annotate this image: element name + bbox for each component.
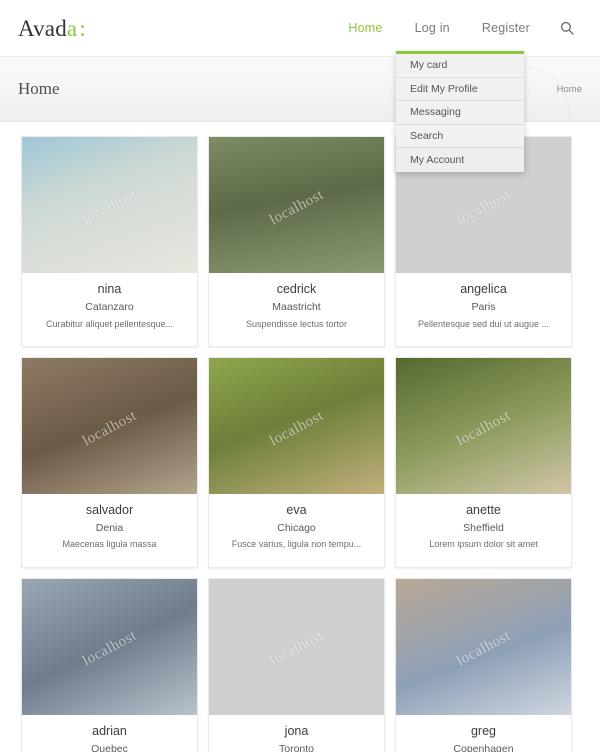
member-city: Denia bbox=[95, 521, 124, 534]
member-city: Catanzaro bbox=[85, 301, 134, 313]
member-description: Fusce varius, ligula non tempu... bbox=[231, 539, 362, 550]
member-photo-image bbox=[396, 357, 571, 494]
member-photo-image bbox=[22, 578, 197, 715]
member-photo-image bbox=[209, 579, 384, 715]
member-info: anette Sheffield Lorem ipsum dolor sit ame… bbox=[396, 494, 571, 567]
member-info: angelica Paris Pellentesque sed dui ut aug… bbox=[396, 273, 571, 346]
member-name[interactable]: greg bbox=[402, 724, 565, 739]
member-photo[interactable]: localhost bbox=[209, 357, 384, 494]
member-grid: localhost nina Catanzaro Curabitur aliquet … bbox=[0, 136, 600, 752]
member-city: Paris bbox=[471, 301, 496, 313]
member-description: Maecenas ligula massa bbox=[62, 539, 157, 550]
member-photo[interactable]: localhost bbox=[396, 578, 571, 715]
member-name[interactable]: adrian bbox=[28, 724, 191, 739]
member-name[interactable]: jona bbox=[215, 724, 378, 739]
page-title: Home bbox=[18, 79, 60, 98]
member-name[interactable]: angelica bbox=[402, 282, 565, 297]
main-content: localhost nina Catanzaro Curabitur aliquet … bbox=[0, 122, 600, 752]
dropdown-item-my-card[interactable]: My card bbox=[396, 54, 524, 78]
member-card[interactable]: localhostgregCopenhagenCras vestibulum b… bbox=[395, 577, 572, 752]
member-photo[interactable]: localhost bbox=[22, 578, 197, 715]
member-info: jonaTorontoPellentesque rhoncus nunc et … bbox=[209, 715, 384, 752]
site-logo[interactable]: Avada: bbox=[18, 17, 86, 40]
member-city: Quebec bbox=[91, 742, 128, 752]
logo-colon: : bbox=[79, 15, 86, 41]
main-navigation: Home Log in Register bbox=[332, 0, 586, 56]
member-name[interactable]: cedrick bbox=[215, 282, 378, 297]
member-city: Toronto bbox=[278, 742, 315, 752]
member-info: eva Chicago Fusce varius, ligula non tempu… bbox=[209, 494, 384, 567]
member-name[interactable]: salvador bbox=[28, 503, 191, 518]
member-info: gregCopenhagenCras vestibulum bibendum a… bbox=[396, 715, 571, 752]
member-description: Suspendisse lectus tortor bbox=[245, 318, 348, 329]
member-photo[interactable]: localhost bbox=[396, 357, 571, 494]
dropdown-item-messaging[interactable]: Messaging bbox=[396, 101, 524, 125]
member-name[interactable]: nina bbox=[28, 282, 191, 297]
dropdown-item-my-account[interactable]: My Account bbox=[396, 148, 524, 172]
member-description: Curabitur aliquet pellentesque... bbox=[45, 318, 174, 329]
dropdown-item-search[interactable]: Search bbox=[396, 124, 524, 148]
logo-text: Avad bbox=[18, 15, 67, 41]
logo-accent-letter: a bbox=[66, 15, 78, 41]
member-name[interactable]: eva bbox=[215, 503, 378, 518]
member-photo-image bbox=[22, 137, 197, 273]
member-photo-image bbox=[209, 357, 384, 494]
member-photo-image bbox=[209, 137, 384, 273]
member-info: nina Catanzaro Curabitur aliquet pellentes… bbox=[22, 273, 197, 346]
member-card[interactable]: localhostadrianQuebecUt in risus volutpa… bbox=[21, 577, 198, 752]
member-info: cedrick Maastricht Suspendisse lectus tort… bbox=[209, 273, 384, 346]
member-card[interactable]: localhost salvador Denia Maecenas ligula ma… bbox=[21, 356, 198, 568]
member-card[interactable]: localhost nina Catanzaro Curabitur aliquet … bbox=[21, 136, 198, 347]
nav-item-register[interactable]: Register bbox=[466, 0, 546, 56]
member-city: Copenhagen bbox=[453, 742, 514, 752]
member-photo[interactable]: localhost bbox=[22, 137, 197, 273]
nav-item-login[interactable]: Log in bbox=[399, 0, 466, 56]
member-card[interactable]: localhost anette Sheffield Lorem ipsum dolo… bbox=[395, 356, 572, 568]
member-photo[interactable]: localhost bbox=[209, 578, 384, 715]
member-description: Pellentesque sed dui ut augue ... bbox=[417, 318, 550, 329]
dropdown-item-edit-my-profile[interactable]: Edit My Profile bbox=[396, 77, 524, 101]
search-icon[interactable] bbox=[546, 0, 586, 56]
breadcrumb: Home bbox=[556, 83, 582, 95]
member-photo[interactable]: localhost bbox=[22, 357, 197, 494]
member-info: salvador Denia Maecenas ligula massa bbox=[22, 494, 197, 567]
member-card[interactable]: localhost cedrick Maastricht Suspendisse le… bbox=[208, 136, 385, 347]
member-card[interactable]: localhostjonaTorontoPellentesque rhoncus… bbox=[208, 577, 385, 752]
member-photo-image bbox=[396, 578, 571, 715]
member-city: Sheffield bbox=[463, 521, 504, 534]
member-city: Maastricht bbox=[272, 301, 321, 313]
site-header: Avada: Home Log in Register My card Edit… bbox=[0, 0, 600, 172]
member-photo-image bbox=[22, 357, 197, 494]
member-card[interactable]: localhost eva Chicago Fusce varius, ligula … bbox=[208, 356, 385, 568]
nav-item-home[interactable]: Home bbox=[332, 0, 398, 56]
account-dropdown-menu: My card Edit My Profile Messaging Search… bbox=[396, 51, 524, 172]
member-info: adrianQuebecUt in risus volutpat libero … bbox=[22, 715, 197, 752]
member-city: Chicago bbox=[277, 521, 316, 534]
member-description: Lorem ipsum dolor sit amet bbox=[429, 539, 538, 550]
member-photo[interactable]: localhost bbox=[209, 137, 384, 273]
member-name[interactable]: anette bbox=[402, 503, 565, 518]
